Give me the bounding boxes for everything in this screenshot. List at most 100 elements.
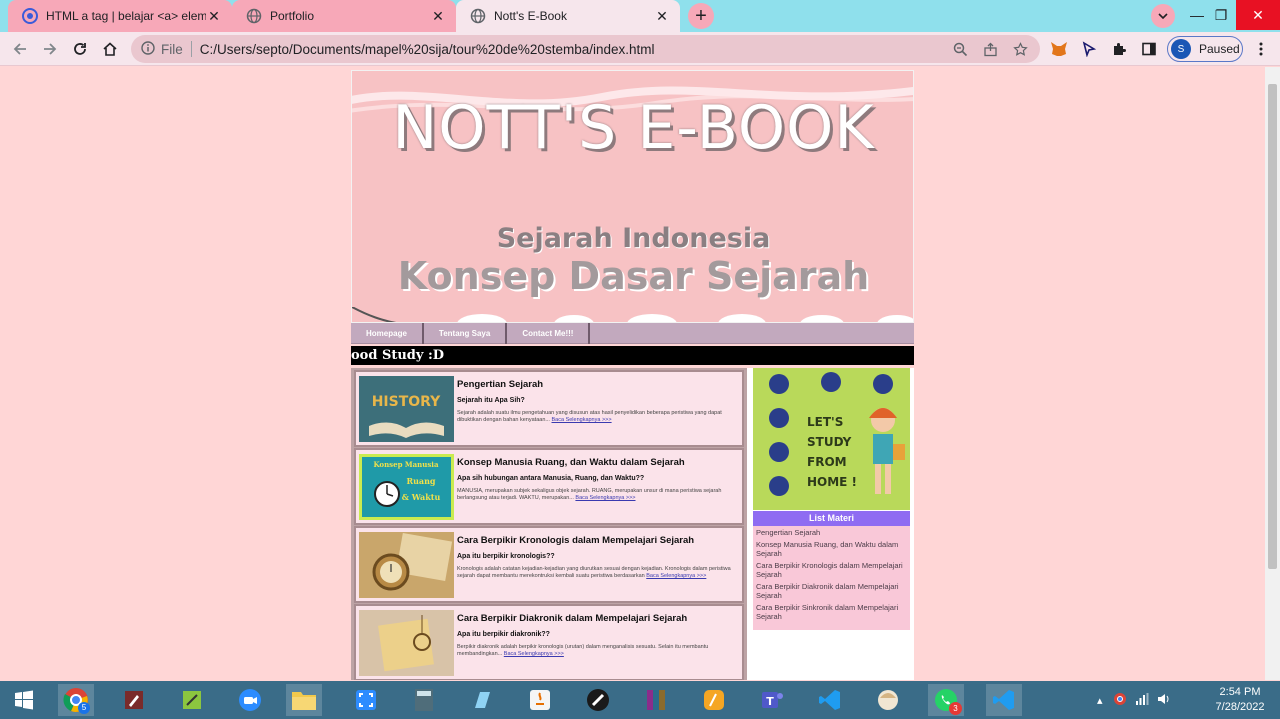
reload-icon (74, 43, 86, 55)
taskbar-app-green[interactable] (174, 684, 210, 716)
list-item[interactable]: Cara Berpikir Kronologis dalam Mempelaja… (756, 561, 907, 579)
taskbar-chrome[interactable]: 5 (58, 684, 94, 716)
article-excerpt: Berpikir diakronik adalah berpikir krono… (457, 644, 709, 658)
cloud-decoration (352, 307, 913, 322)
svg-text:Ruang: Ruang (406, 476, 435, 486)
network-icon[interactable] (1135, 692, 1149, 709)
metamask-extension-icon[interactable] (1049, 39, 1069, 59)
history-book-thumbnail[interactable]: HISTORY (359, 376, 454, 442)
article-card: Konsep Manusia Ruang & Waktu Konsep Manu… (354, 448, 744, 525)
cursor-extension-icon[interactable] (1079, 39, 1099, 59)
reload-button[interactable] (68, 37, 92, 61)
tab-portfolio[interactable]: Portfolio ✕ (232, 0, 456, 32)
read-more-link[interactable]: Baca Selengkapnya >>> (575, 495, 635, 501)
side-panel-icon[interactable] (1139, 39, 1159, 59)
taskbar-calculator[interactable] (406, 684, 442, 716)
chrome-badge: 5 (78, 702, 90, 714)
vscode-icon (819, 690, 840, 710)
chrome-tray-icon[interactable] (1113, 692, 1127, 709)
url-text[interactable]: C:/Users/septo/Documents/mapel%20sija/to… (200, 42, 655, 57)
poster-text: LET'S STUDY FROM HOME ! (807, 415, 858, 489)
start-button[interactable] (6, 684, 42, 716)
taskbar-vscode-active[interactable] (986, 684, 1022, 716)
zoom-app-icon (239, 689, 261, 711)
screenshot-icon (356, 690, 376, 710)
list-materi: Pengertian Sejarah Konsep Manusia Ruang,… (753, 526, 910, 630)
profile-button[interactable]: S Paused (1167, 36, 1243, 62)
clock-date: 7/28/2022 (1215, 701, 1265, 713)
article-title[interactable]: Cara Berpikir Kronologis dalam Mempelaja… (457, 535, 694, 546)
scrollbar-thumb[interactable] (1268, 84, 1277, 569)
article-subtitle: Apa itu berpikir diakronik?? (457, 631, 550, 638)
taskbar-whatsapp[interactable]: 3 (928, 684, 964, 716)
taskbar-screen-capture[interactable] (348, 684, 384, 716)
article-excerpt: Kronologis adalah catatan kejadian-kejad… (457, 566, 731, 580)
list-item[interactable]: Konsep Manusia Ruang, dan Waktu dalam Se… (756, 540, 907, 558)
volume-icon[interactable] (1157, 692, 1171, 709)
back-button[interactable] (8, 37, 32, 61)
article-list: HISTORY Pengertian Sejarah Sejarah itu A… (351, 368, 747, 680)
taskbar-app-blue[interactable] (464, 684, 500, 716)
marquee-text: ood Study :D (351, 346, 914, 365)
info-icon[interactable] (141, 40, 155, 58)
extensions-puzzle-icon[interactable] (1109, 39, 1129, 59)
list-materi-heading: List Materi (753, 511, 910, 526)
pocket-watch-thumbnail[interactable] (359, 532, 454, 598)
taskbar-winrar[interactable] (638, 684, 674, 716)
more-menu-icon[interactable] (1251, 39, 1271, 59)
profile-status: Paused (1199, 42, 1240, 56)
list-item[interactable]: Cara Berpikir Sinkronik dalam Mempelajar… (756, 603, 907, 621)
taskbar-editor[interactable] (116, 684, 152, 716)
close-tab-icon[interactable]: ✕ (430, 8, 446, 25)
article-title[interactable]: Cara Berpikir Diakronik dalam Mempelajar… (457, 613, 687, 624)
page-scrollbar[interactable] (1265, 67, 1280, 680)
taskbar-zoom[interactable] (232, 684, 268, 716)
taskbar-vscode[interactable] (812, 684, 848, 716)
article-card: Cara Berpikir Diakronik dalam Mempelajar… (354, 604, 744, 680)
taskbar-anime-app[interactable] (870, 684, 906, 716)
taskbar-clock[interactable]: 2:54 PM 7/28/2022 (1210, 685, 1270, 715)
arrow-right-icon (44, 43, 57, 55)
tray-overflow-icon[interactable]: ▴ (1097, 694, 1103, 707)
tab-html-a-tag[interactable]: HTML a tag | belajar <a> elemen ✕ (8, 0, 232, 32)
home-button[interactable] (98, 37, 122, 61)
paper-watch-thumbnail[interactable] (359, 610, 454, 676)
bookmark-star-icon[interactable] (1011, 40, 1029, 58)
taskbar-app-dark[interactable] (580, 684, 616, 716)
close-tab-icon[interactable]: ✕ (206, 8, 222, 25)
article-subtitle: Apa sih hubungan antara Manusia, Ruang, … (457, 475, 645, 482)
address-bar[interactable]: File C:/Users/septo/Documents/mapel%20si… (131, 35, 1040, 63)
nav-homepage[interactable]: Homepage (351, 323, 424, 344)
windows-taskbar: 5 T 3 ▴ 2:54 PM 7/28/2022 (0, 681, 1280, 719)
taskbar-app-orange[interactable] (696, 684, 732, 716)
read-more-link[interactable]: Baca Selengkapnya >>> (504, 651, 564, 657)
article-title[interactable]: Konsep Manusia Ruang, dan Waktu dalam Se… (457, 457, 685, 468)
svg-text:HISTORY: HISTORY (372, 394, 441, 410)
new-tab-button[interactable]: + (688, 3, 714, 29)
svg-text:Konsep Manusia: Konsep Manusia (373, 460, 438, 469)
close-tab-icon[interactable]: ✕ (654, 8, 670, 25)
clock-thumbnail[interactable]: Konsep Manusia Ruang & Waktu (359, 454, 454, 520)
tab-search-button[interactable] (1151, 4, 1175, 28)
article-title[interactable]: Pengertian Sejarah (457, 379, 543, 390)
close-window-button[interactable]: ✕ (1236, 0, 1280, 30)
nav-contact-me[interactable]: Contact Me!!! (507, 323, 591, 344)
taskbar-teams[interactable]: T (754, 684, 790, 716)
tab-notts-ebook[interactable]: Nott's E-Book ✕ (456, 0, 680, 32)
share-icon[interactable] (981, 40, 999, 58)
zoom-icon[interactable] (951, 40, 969, 58)
forward-button[interactable] (38, 37, 62, 61)
read-more-link[interactable]: Baca Selengkapnya >>> (552, 417, 612, 423)
list-item[interactable]: Pengertian Sejarah (756, 528, 907, 537)
arrow-left-icon (13, 43, 26, 55)
nav-tentang-saya[interactable]: Tentang Saya (424, 323, 508, 344)
article-excerpt: MANUSIA, merupakan subjek sekaligus obje… (457, 488, 722, 502)
calculator-icon (415, 689, 433, 711)
taskbar-java[interactable] (522, 684, 558, 716)
archive-icon (647, 690, 665, 710)
restore-button[interactable]: ❐ (1203, 0, 1239, 30)
pen-app-icon (125, 691, 143, 709)
taskbar-file-explorer[interactable] (286, 684, 322, 716)
read-more-link[interactable]: Baca Selengkapnya >>> (646, 573, 706, 579)
list-item[interactable]: Cara Berpikir Diakronik dalam Mempelajar… (756, 582, 907, 600)
